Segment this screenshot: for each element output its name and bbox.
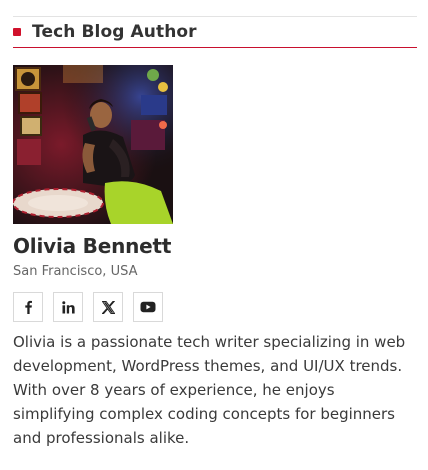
- widget-title: Tech Blog Author: [32, 22, 197, 42]
- linkedin-icon: [61, 300, 75, 313]
- facebook-link-button[interactable]: [13, 292, 43, 322]
- facebook-icon: [25, 300, 32, 314]
- author-bio: Olivia is a passionate tech writer speci…: [13, 333, 406, 447]
- linkedin-link-button[interactable]: [53, 292, 83, 322]
- youtube-icon: [140, 301, 156, 313]
- author-widget: Tech Blog Author Olivia Bennett San Fran…: [13, 16, 417, 450]
- author-photo-image: [13, 65, 173, 224]
- youtube-link-button[interactable]: [133, 292, 163, 322]
- author-name[interactable]: Olivia Bennett: [13, 234, 417, 258]
- author-location: San Francisco, USA: [13, 264, 138, 279]
- x-twitter-link-button[interactable]: [93, 292, 123, 322]
- social-links: [13, 292, 417, 322]
- title-marker-icon: [13, 28, 21, 36]
- x-twitter-icon: [101, 300, 115, 314]
- author-photo: [13, 65, 173, 224]
- widget-header: Tech Blog Author: [13, 17, 417, 48]
